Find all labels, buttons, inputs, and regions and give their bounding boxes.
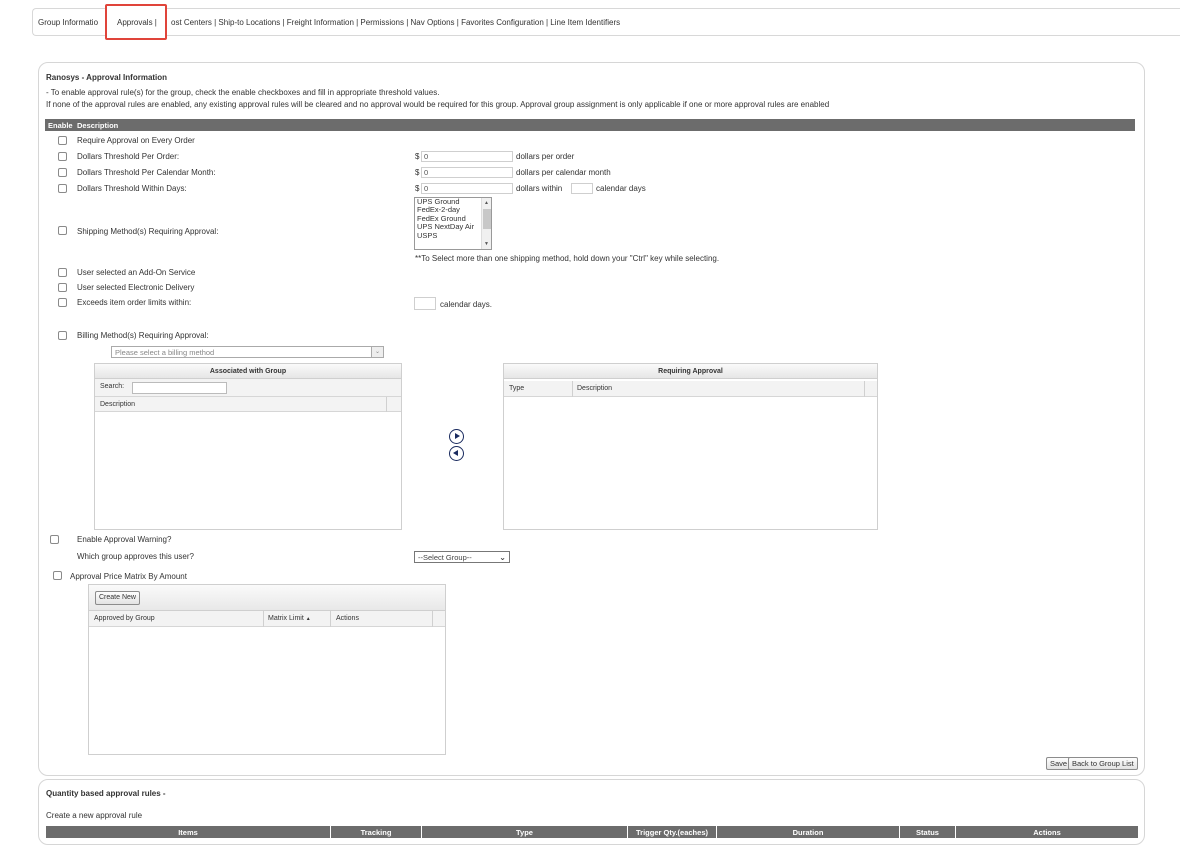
col-status: Status bbox=[916, 828, 939, 837]
search-input[interactable] bbox=[132, 382, 227, 394]
tab-approvals-highlight[interactable]: Approvals | bbox=[105, 4, 167, 40]
header-enable: Enable bbox=[48, 121, 73, 130]
col-actions: Actions bbox=[1033, 828, 1061, 837]
search-row: Search: bbox=[95, 379, 401, 397]
quantity-table-header: Items Tracking Type Trigger Qty.(eaches)… bbox=[46, 826, 1138, 838]
search-label: Search: bbox=[100, 383, 125, 390]
quantity-title: Quantity based approval rules - bbox=[46, 789, 166, 798]
approval-title: Ranosys - Approval Information bbox=[46, 73, 168, 82]
within-days-amount-input[interactable]: 0 bbox=[421, 183, 513, 194]
within-days-currency: $ bbox=[415, 184, 420, 193]
associated-group-grid: Associated with Group Search: Descriptio… bbox=[94, 363, 402, 530]
addon-checkbox[interactable] bbox=[58, 268, 67, 277]
item-limits-label: Exceeds item order limits within: bbox=[77, 298, 192, 307]
column-divider bbox=[263, 611, 264, 627]
per-order-label: Dollars Threshold Per Order: bbox=[77, 152, 180, 161]
matrix-col-group[interactable]: Approved by Group bbox=[94, 611, 155, 626]
approval-warning-checkbox[interactable] bbox=[50, 535, 59, 544]
price-matrix-grid: Create New Approved by Group Matrix Limi… bbox=[88, 584, 446, 755]
rules-header: Enable Description bbox=[45, 119, 1135, 131]
electronic-checkbox[interactable] bbox=[58, 283, 67, 292]
every-order-checkbox[interactable] bbox=[58, 136, 67, 145]
column-divider bbox=[864, 381, 865, 397]
sort-up-icon: ▲ bbox=[305, 616, 311, 622]
per-month-suffix: dollars per calendar month bbox=[516, 168, 611, 177]
per-month-label: Dollars Threshold Per Calendar Month: bbox=[77, 168, 216, 177]
column-divider bbox=[572, 381, 573, 397]
back-to-group-list-button[interactable]: Back to Group List bbox=[1068, 757, 1138, 770]
tab-bar: Group Informatio | ost Centers | Ship-to… bbox=[32, 8, 1180, 36]
per-month-input[interactable]: 0 bbox=[421, 167, 513, 178]
listbox-scrollbar[interactable]: ▲ ▼ bbox=[481, 198, 491, 249]
col-type: Type bbox=[516, 828, 533, 837]
tab-approvals[interactable]: Approvals | bbox=[117, 18, 157, 27]
item-limits-checkbox[interactable] bbox=[58, 298, 67, 307]
create-new-button[interactable]: Create New bbox=[95, 591, 140, 605]
per-order-checkbox[interactable] bbox=[58, 152, 67, 161]
header-description: Description bbox=[77, 121, 119, 130]
scroll-thumb[interactable] bbox=[483, 209, 491, 229]
price-matrix-label: Approval Price Matrix By Amount bbox=[70, 572, 187, 581]
tab-other-links[interactable]: ost Centers | Ship-to Locations | Freigh… bbox=[171, 18, 620, 27]
electronic-label: User selected Electronic Delivery bbox=[77, 283, 195, 292]
shipping-label: Shipping Method(s) Requiring Approval: bbox=[77, 227, 219, 236]
item-limits-days-input[interactable] bbox=[414, 297, 436, 310]
billing-method-select[interactable]: Please select a billing method ⌄ bbox=[111, 346, 384, 358]
requiring-approval-grid: Requiring Approval Type Description bbox=[503, 363, 878, 530]
matrix-grid-columns: Approved by Group Matrix Limit ▲ Actions bbox=[89, 611, 445, 627]
which-group-label: Which group approves this user? bbox=[77, 552, 194, 561]
per-month-checkbox[interactable] bbox=[58, 168, 67, 177]
chevron-down-icon[interactable]: ⌄ bbox=[499, 552, 506, 563]
approval-warning-label: Enable Approval Warning? bbox=[77, 535, 172, 544]
within-days-checkbox[interactable] bbox=[58, 184, 67, 193]
create-approval-rule-link[interactable]: Create a new approval rule bbox=[46, 811, 142, 820]
requiring-grid-title: Requiring Approval bbox=[504, 364, 877, 379]
chevron-down-icon[interactable]: ⌄ bbox=[371, 347, 383, 357]
move-left-icon[interactable] bbox=[449, 446, 464, 461]
column-divider bbox=[432, 611, 433, 627]
addon-label: User selected an Add-On Service bbox=[77, 268, 196, 277]
move-right-icon[interactable] bbox=[449, 429, 464, 444]
col-tracking: Tracking bbox=[360, 828, 392, 837]
per-order-input[interactable]: 0 bbox=[421, 151, 513, 162]
every-order-label: Require Approval on Every Order bbox=[77, 136, 195, 145]
shipping-hint: **To Select more than one shipping metho… bbox=[415, 254, 720, 263]
approval-intro-1: - To enable approval rule(s) for the gro… bbox=[46, 88, 440, 97]
scroll-down-icon[interactable]: ▼ bbox=[484, 240, 489, 248]
associated-grid-title: Associated with Group bbox=[95, 364, 401, 379]
per-order-currency: $ bbox=[415, 152, 420, 161]
within-calendar-days: calendar days bbox=[596, 184, 646, 193]
column-divider bbox=[386, 397, 387, 412]
matrix-col-actions[interactable]: Actions bbox=[336, 611, 359, 626]
within-days-label: Dollars Threshold Within Days: bbox=[77, 184, 187, 193]
billing-label: Billing Method(s) Requiring Approval: bbox=[77, 331, 209, 340]
per-month-currency: $ bbox=[415, 168, 420, 177]
approver-group-select[interactable]: --Select Group-- ⌄ bbox=[414, 551, 510, 563]
shipping-option[interactable]: USPS bbox=[417, 231, 491, 240]
within-suffix: dollars within bbox=[516, 184, 563, 193]
col-items: Items bbox=[178, 828, 198, 837]
requiring-col-type[interactable]: Type bbox=[509, 381, 524, 396]
within-days-count-input[interactable] bbox=[571, 183, 593, 194]
matrix-col-limit[interactable]: Matrix Limit ▲ bbox=[268, 611, 311, 627]
billing-placeholder: Please select a billing method bbox=[115, 348, 215, 357]
per-order-suffix: dollars per order bbox=[516, 152, 575, 161]
matrix-toolbar: Create New bbox=[89, 585, 445, 611]
scroll-up-icon[interactable]: ▲ bbox=[484, 199, 489, 207]
associated-grid-columns: Description bbox=[95, 397, 401, 412]
approver-group-value: --Select Group-- bbox=[418, 553, 472, 562]
billing-checkbox[interactable] bbox=[58, 331, 67, 340]
requiring-col-description[interactable]: Description bbox=[577, 381, 612, 396]
tab-group-information[interactable]: Group Informatio bbox=[38, 18, 98, 27]
approval-intro-2: If none of the approval rules are enable… bbox=[46, 100, 830, 109]
item-limits-calendar-days: calendar days. bbox=[440, 300, 493, 309]
shipping-checkbox[interactable] bbox=[58, 226, 67, 235]
shipping-method-listbox[interactable]: UPS Ground FedEx-2-day FedEx Ground UPS … bbox=[414, 197, 492, 250]
price-matrix-checkbox[interactable] bbox=[53, 571, 62, 580]
col-duration: Duration bbox=[792, 828, 824, 837]
requiring-grid-columns: Type Description bbox=[504, 381, 877, 397]
column-divider bbox=[330, 611, 331, 627]
col-trigger-qty: Trigger Qty.(eaches) bbox=[636, 828, 708, 837]
associated-col-description[interactable]: Description bbox=[100, 397, 135, 412]
